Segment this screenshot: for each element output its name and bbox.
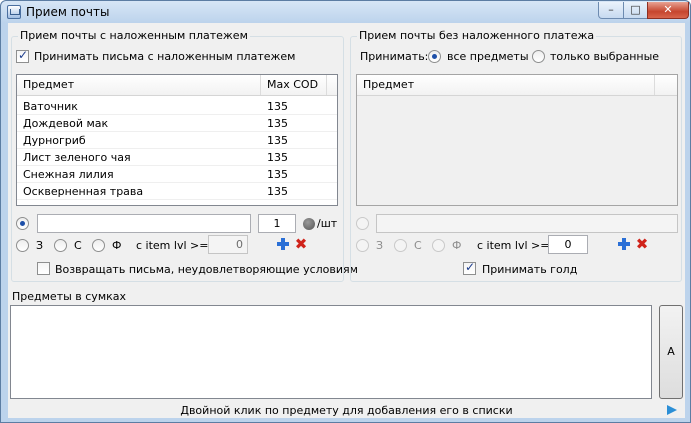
item-name: Дождевой мак [23, 117, 109, 130]
nocod-item-name-input[interactable] [376, 214, 678, 233]
cod-mail-group: Прием почты с наложенным платежем Приним… [11, 29, 358, 282]
column-header-item[interactable]: Предмет [17, 75, 261, 95]
nocod-item-lvl-input[interactable]: 0 [548, 235, 588, 254]
accept-cod-checkbox[interactable] [16, 48, 29, 63]
item-max-cod: 135 [267, 168, 288, 181]
quality-label-z: З [36, 239, 44, 252]
item-name: Снежная лилия [23, 168, 114, 181]
item-max-cod: 135 [267, 151, 288, 164]
item-name: Лист зеленого чая [23, 151, 131, 164]
quality-label-f: Ф [112, 239, 122, 252]
sort-alpha-button[interactable]: A [659, 305, 683, 399]
quality-label-z: З [376, 239, 384, 252]
cod-item-lvl-input[interactable]: 0 [208, 235, 248, 254]
radio-selected-items[interactable] [532, 50, 545, 63]
item-name: Ваточник [23, 100, 78, 113]
bag-items-hint: Двойной клик по предмету для добавления … [180, 404, 513, 417]
cod-group-title: Прием почты с наложенным платежем [18, 29, 250, 42]
add-icon[interactable] [276, 237, 290, 251]
nocod-mail-group: Прием почты без наложенного платежа Прин… [350, 29, 682, 282]
quality-label-f: Ф [452, 239, 462, 252]
accept-gold-label: Принимать голд [482, 263, 578, 276]
table-row[interactable]: Дурногриб 135 [17, 132, 337, 149]
column-header-item[interactable]: Предмет [357, 75, 655, 95]
delete-icon[interactable]: ✖ [294, 237, 308, 252]
cod-radio-quality-f[interactable] [92, 239, 105, 252]
return-letters-checkbox[interactable] [37, 262, 50, 275]
nocod-group-title: Прием почты без наложенного платежа [357, 29, 597, 42]
cod-item-name-input[interactable] [37, 214, 251, 233]
cod-radio-quality-s[interactable] [54, 239, 67, 252]
play-icon[interactable] [667, 405, 677, 415]
table-row[interactable]: Лист зеленого чая 135 [17, 149, 337, 166]
cod-list-header: Предмет Max COD [17, 75, 337, 96]
return-letters-label: Возвращать письма, неудовлетворяющие усл… [55, 263, 358, 276]
nocod-radio-quality-z[interactable] [356, 239, 369, 252]
column-header-max-cod[interactable]: Max COD [261, 75, 327, 95]
all-items-label: все предметы [447, 50, 529, 63]
item-max-cod: 135 [267, 134, 288, 147]
item-lvl-label: c item lvl >= [477, 239, 550, 252]
item-max-cod: 135 [267, 100, 288, 113]
bag-items-title: Предметы в сумках [12, 290, 127, 303]
mail-app-icon [7, 5, 21, 19]
item-max-cod: 135 [267, 117, 288, 130]
quality-label-s: С [414, 239, 422, 252]
table-row[interactable]: Снежная лилия 135 [17, 166, 337, 183]
add-icon[interactable] [617, 237, 631, 251]
item-max-cod: 135 [267, 185, 288, 198]
coin-icon [303, 218, 315, 230]
item-name: Оскверненная трава [23, 185, 144, 198]
nocod-radio-name[interactable] [356, 217, 369, 230]
minimize-button[interactable]: – [598, 2, 624, 19]
cod-radio-name[interactable] [16, 217, 29, 230]
table-row[interactable]: Ваточник 135 [17, 98, 337, 115]
title-bar[interactable]: Прием почты – □ ✕ [1, 1, 690, 23]
quality-label-s: С [74, 239, 82, 252]
nocod-list-header: Предмет [357, 75, 677, 96]
nocod-radio-quality-s[interactable] [394, 239, 407, 252]
accept-label: Принимать: [360, 50, 429, 63]
cod-radio-quality-z[interactable] [16, 239, 29, 252]
cod-items-list[interactable]: Предмет Max COD Ваточник 135 Дождевой ма… [16, 74, 338, 206]
table-row[interactable]: Дождевой мак 135 [17, 115, 337, 132]
accept-gold-checkbox[interactable] [463, 260, 476, 275]
maximize-button[interactable]: □ [623, 2, 648, 19]
window-title: Прием почты [26, 5, 110, 19]
window-client-area: Прием почты с наложенным платежем Приним… [8, 23, 685, 418]
nocod-items-list[interactable]: Предмет [356, 74, 678, 206]
radio-all-items[interactable] [428, 50, 441, 63]
close-button[interactable]: ✕ [647, 2, 689, 19]
per-unit-label: /шт [317, 217, 338, 230]
table-row[interactable]: Оскверненная трава 135 [17, 183, 337, 200]
selected-items-label: только выбранные [550, 50, 660, 63]
mail-window: Прием почты – □ ✕ Прием почты с наложенн… [0, 0, 691, 423]
cod-amount-input[interactable]: 1 [258, 214, 296, 233]
accept-cod-label: Принимать письма с наложенным платежем [34, 50, 296, 63]
nocod-radio-quality-f[interactable] [432, 239, 445, 252]
delete-icon[interactable]: ✖ [635, 237, 649, 252]
item-lvl-label: c item lvl >= [136, 239, 209, 252]
item-name: Дурногриб [23, 134, 86, 147]
bag-items-list[interactable] [10, 305, 652, 399]
